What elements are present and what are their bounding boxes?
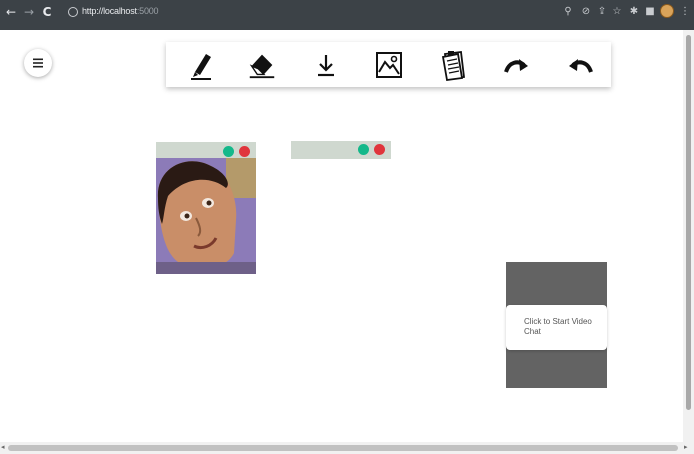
video-card-green-button[interactable] [223, 146, 234, 157]
download-tool[interactable] [310, 49, 342, 81]
face-image [156, 158, 256, 274]
profile-icon[interactable] [660, 4, 674, 18]
download-icon [318, 55, 334, 77]
sidebar-icon[interactable]: ■ [644, 6, 656, 18]
pencil-icon [191, 54, 211, 80]
url-port: :5000 [136, 6, 159, 16]
scroll-left-arrow-icon[interactable]: ◂ [1, 443, 5, 451]
site-info-icon[interactable] [68, 7, 78, 17]
start-video-chat-label: Click to Start Video Chat [524, 317, 592, 336]
back-arrow-icon[interactable]: ← [4, 5, 18, 19]
pencil-tool[interactable] [185, 49, 217, 81]
undo-tool[interactable] [565, 49, 597, 81]
video-card-red-button[interactable] [374, 144, 385, 155]
video-card-green-button[interactable] [358, 144, 369, 155]
address-bar[interactable]: http://localhost:5000 [82, 6, 159, 16]
image-icon [376, 52, 402, 78]
extensions-icon[interactable]: ✱ [628, 6, 640, 18]
notepad-icon [441, 50, 466, 81]
redo-icon [504, 59, 528, 73]
url-host: http://localhost [82, 6, 137, 16]
reload-icon[interactable]: C [40, 5, 54, 19]
image-tool[interactable] [373, 49, 405, 81]
horizontal-scrollbar-thumb[interactable] [8, 445, 678, 451]
zoom-icon[interactable]: ⚲ [562, 6, 574, 18]
undo-icon [569, 59, 593, 73]
menu-button[interactable] [24, 49, 52, 77]
share-icon[interactable]: ⇪ [596, 6, 608, 18]
forward-arrow-icon[interactable]: → [22, 5, 36, 19]
hamburger-icon [33, 58, 43, 68]
menu-dots-icon[interactable]: ⋮ [679, 6, 691, 18]
eraser-icon [249, 54, 275, 79]
scroll-right-arrow-icon[interactable]: ▸ [684, 443, 688, 451]
eraser-tool[interactable] [246, 49, 278, 81]
camera-blocked-icon[interactable]: ⊘ [580, 6, 592, 18]
star-icon[interactable]: ☆ [611, 6, 623, 18]
redo-tool[interactable] [500, 49, 532, 81]
video-card-red-button[interactable] [239, 146, 250, 157]
notes-tool[interactable] [438, 49, 470, 81]
vertical-scrollbar-thumb[interactable] [686, 35, 691, 410]
video-feed-image [156, 158, 256, 274]
